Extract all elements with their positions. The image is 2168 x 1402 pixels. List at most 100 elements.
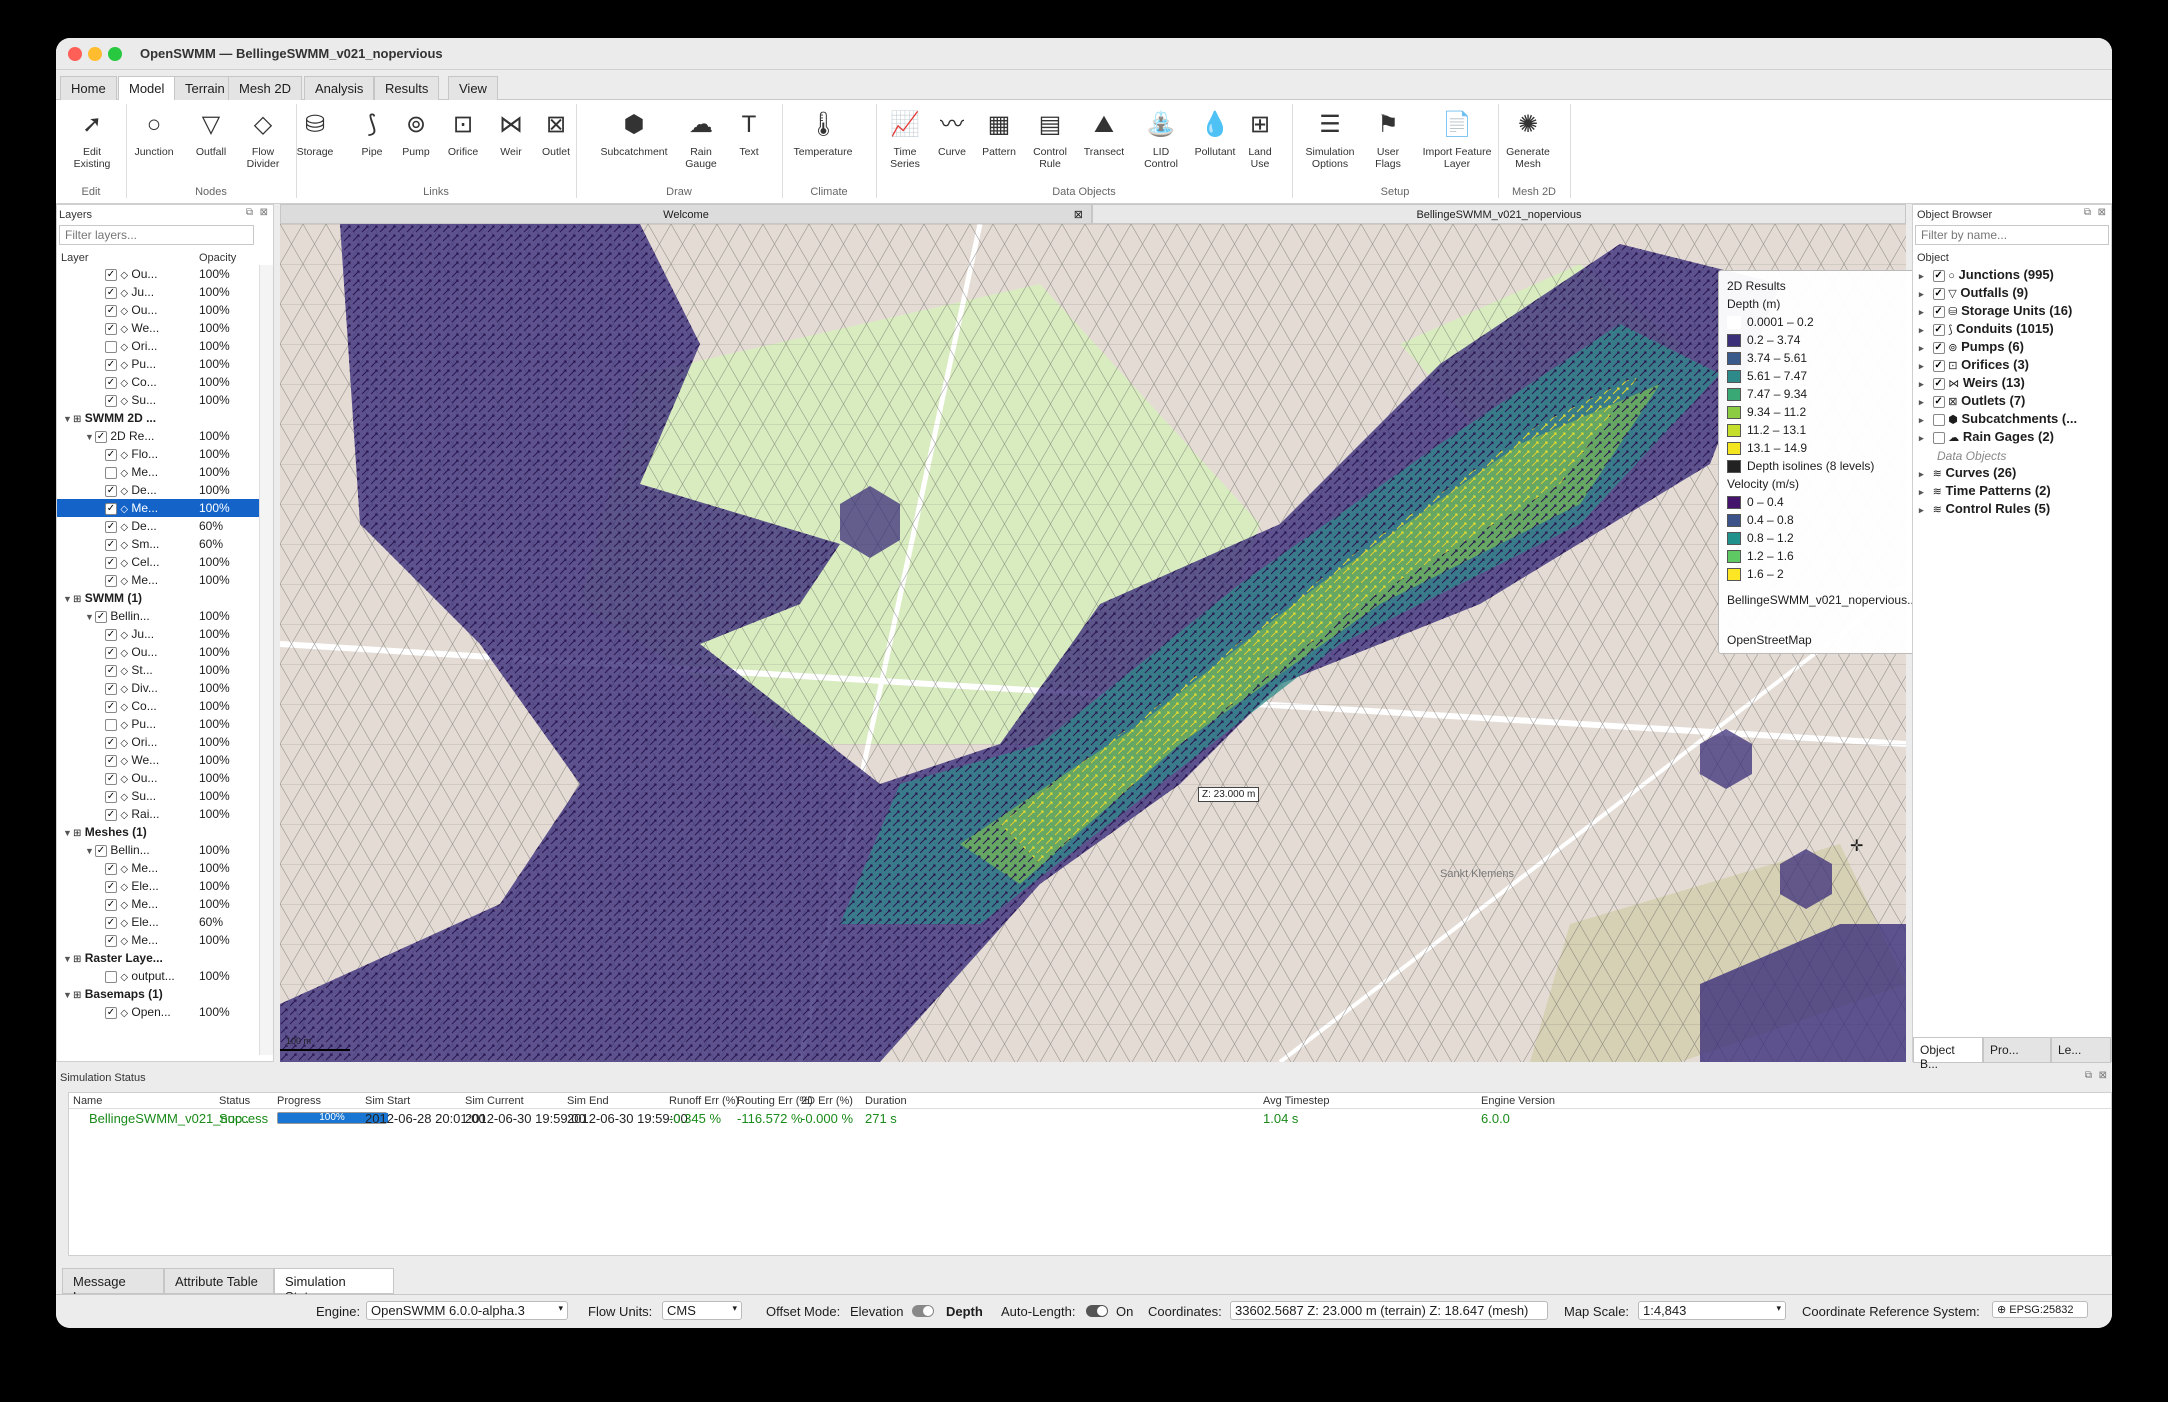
layer-opacity[interactable]: 100% xyxy=(199,969,230,983)
tool-control-rule-button[interactable]: ▤ Control Rule xyxy=(1026,100,1074,184)
object-visibility-checkbox[interactable]: ✓ xyxy=(1932,287,1945,300)
layer-opacity[interactable]: 100% xyxy=(199,933,230,947)
layer-visibility-checkbox[interactable]: ✓ xyxy=(105,700,117,713)
tool-rain-gauge-button[interactable]: ☁ Rain Gauge xyxy=(676,100,726,184)
layer-visibility-checkbox[interactable]: ✓ xyxy=(105,1006,117,1019)
layer-row[interactable]: ✓ ◇ De... 100% xyxy=(57,481,259,499)
object-visibility-checkbox[interactable] xyxy=(1932,431,1945,444)
layer-row[interactable]: ✓ ◇ Co... 100% xyxy=(57,697,259,715)
tab-mesh-2d[interactable]: Mesh 2D xyxy=(228,76,303,100)
layer-opacity[interactable]: 100% xyxy=(199,465,230,479)
tab-welcome[interactable]: Welcome ⊠ xyxy=(280,204,1092,224)
layers-scrollbar[interactable] xyxy=(259,265,273,1055)
layer-row[interactable]: ◇ Me... 100% xyxy=(57,463,259,481)
layer-opacity[interactable]: 100% xyxy=(199,429,230,443)
object-tree-item[interactable]: ▸ ≋ Curves (26) xyxy=(1913,463,2111,481)
layer-opacity[interactable]: 100% xyxy=(199,375,230,389)
layer-row[interactable]: ✓ ◇ De... 60% xyxy=(57,517,259,535)
layer-visibility-checkbox[interactable]: ✓ xyxy=(105,376,117,389)
close-tab-icon[interactable]: ⊠ xyxy=(1074,205,1083,225)
tool-pollutant-button[interactable]: 💧 Pollutant xyxy=(1190,100,1240,184)
expand-arrow-icon[interactable]: ▸ xyxy=(1919,469,1929,480)
expand-arrow-icon[interactable]: ▸ xyxy=(1919,433,1929,444)
auto-length-toggle[interactable] xyxy=(1086,1305,1108,1317)
layer-visibility-checkbox[interactable]: ✓ xyxy=(95,844,107,857)
object-tree-item[interactable]: ▸ ✓ ⊚ Pumps (6) xyxy=(1913,337,2111,355)
tool-outlet-button[interactable]: ⊠ Outlet xyxy=(534,100,578,184)
layer-visibility-checkbox[interactable]: ✓ xyxy=(105,556,117,569)
layer-visibility-checkbox[interactable]: ✓ xyxy=(105,448,117,461)
expand-arrow-icon[interactable]: ▼ xyxy=(63,594,73,604)
layer-visibility-checkbox[interactable]: ✓ xyxy=(105,628,117,641)
layer-visibility-checkbox[interactable]: ✓ xyxy=(105,268,117,281)
layer-opacity[interactable]: 100% xyxy=(199,267,230,281)
tool-time-series-button[interactable]: 📈 Time Series xyxy=(882,100,928,184)
layer-row[interactable]: ▼ ✓ 2D Re... 100% xyxy=(57,427,259,445)
layer-row[interactable]: ✓ ◇ Sm... 60% xyxy=(57,535,259,553)
close-icon[interactable]: ⊠ xyxy=(2099,1070,2107,1081)
layer-visibility-checkbox[interactable]: ✓ xyxy=(105,574,117,587)
layer-row[interactable]: ✓ ◇ Pu... 100% xyxy=(57,355,259,373)
tool-simulation-options-button[interactable]: ☰ Simulation Options xyxy=(1300,100,1360,184)
layer-row[interactable]: ✓ ◇ Ori... 100% xyxy=(57,733,259,751)
crs-button[interactable]: ⊕ EPSG:25832 xyxy=(1992,1301,2088,1318)
tool-storage-button[interactable]: ⛁ Storage xyxy=(290,100,340,184)
object-tree-item[interactable]: ▸ ⬢ Subcatchments (... xyxy=(1913,409,2111,427)
layer-opacity[interactable]: 100% xyxy=(199,501,230,515)
tab-project[interactable]: BellingeSWMM_v021_nopervious xyxy=(1092,204,1906,224)
layer-visibility-checkbox[interactable]: ✓ xyxy=(105,322,117,335)
coordinates-field[interactable]: 33602.5687 Z: 23.000 m (terrain) Z: 18.6… xyxy=(1230,1301,1548,1320)
layer-opacity[interactable]: 100% xyxy=(199,861,230,875)
layer-row[interactable]: ✓ ◇ Co... 100% xyxy=(57,373,259,391)
object-tree-item[interactable]: ▸ ✓ ⟆ Conduits (1015) xyxy=(1913,319,2111,337)
expand-arrow-icon[interactable]: ▸ xyxy=(1919,325,1929,336)
layer-opacity[interactable]: 100% xyxy=(199,483,230,497)
column-header[interactable]: Progress xyxy=(277,1095,321,1107)
layer-row[interactable]: ▼⊞ Raster Laye... xyxy=(57,949,259,967)
object-visibility-checkbox[interactable]: ✓ xyxy=(1932,341,1945,354)
bottom-tab-attribute-table[interactable]: Attribute Table xyxy=(164,1268,274,1294)
tool-weir-button[interactable]: ⋈ Weir xyxy=(490,100,532,184)
layer-row[interactable]: ✓ ◇ Flo... 100% xyxy=(57,445,259,463)
layer-visibility-checkbox[interactable]: ✓ xyxy=(105,754,117,767)
close-icon[interactable]: ⊠ xyxy=(2098,207,2106,218)
map-scale-select[interactable]: 1:4,843 ▾ xyxy=(1638,1301,1786,1320)
column-header[interactable]: Name xyxy=(73,1095,102,1107)
layer-row[interactable]: ▼⊞ SWMM 2D ... xyxy=(57,409,259,427)
table-row[interactable]: BellingeSWMM_v021_nop... Success 100% 2012-… xyxy=(69,1111,2111,1129)
expand-arrow-icon[interactable]: ▸ xyxy=(1919,361,1929,372)
layer-opacity[interactable]: 100% xyxy=(199,897,230,911)
layer-visibility-checkbox[interactable]: ✓ xyxy=(105,538,117,551)
layer-row[interactable]: ✓ ◇ Me... 100% xyxy=(57,571,259,589)
layer-opacity[interactable]: 100% xyxy=(199,681,230,695)
tool-orifice-button[interactable]: ⊡ Orifice xyxy=(440,100,486,184)
expand-arrow-icon[interactable]: ▼ xyxy=(63,828,73,838)
layer-row[interactable]: ✓ ◇ St... 100% xyxy=(57,661,259,679)
object-tree-item[interactable]: ▸ ✓ ⛁ Storage Units (16) xyxy=(1913,301,2111,319)
layer-opacity[interactable]: 60% xyxy=(199,537,223,551)
tool-subcatchment-button[interactable]: ⬢ Subcatchment xyxy=(596,100,672,184)
layer-row[interactable]: ✓ ◇ Ou... 100% xyxy=(57,643,259,661)
object-visibility-checkbox[interactable] xyxy=(1932,413,1945,426)
tab-model[interactable]: Model xyxy=(118,76,176,101)
layer-opacity[interactable]: 100% xyxy=(199,609,230,623)
layer-row[interactable]: ✓ ◇ Div... 100% xyxy=(57,679,259,697)
object-tree-item[interactable]: ▸ ✓ ⊡ Orifices (3) xyxy=(1913,355,2111,373)
layer-opacity[interactable]: 100% xyxy=(199,699,230,713)
tool-edit-existing-button[interactable]: ➚ Edit Existing xyxy=(64,100,120,184)
expand-arrow-icon[interactable]: ▼ xyxy=(63,414,73,424)
layer-visibility-checkbox[interactable]: ✓ xyxy=(105,916,117,929)
tool-generate-mesh-button[interactable]: ✺ Generate Mesh xyxy=(1500,100,1556,184)
layer-opacity[interactable]: 100% xyxy=(199,339,230,353)
expand-arrow-icon[interactable]: ▸ xyxy=(1919,289,1929,300)
column-header[interactable]: 2D Err (%) xyxy=(801,1095,853,1107)
tab-terrain[interactable]: Terrain xyxy=(174,76,236,100)
expand-arrow-icon[interactable]: ▸ xyxy=(1919,415,1929,426)
layer-visibility-checkbox[interactable]: ✓ xyxy=(105,646,117,659)
object-tree-item[interactable]: ▸ ≋ Control Rules (5) xyxy=(1913,499,2111,517)
layer-row[interactable]: ✓ ◇ Me... 100% xyxy=(57,931,259,949)
layer-row[interactable]: ✓ ◇ We... 100% xyxy=(57,319,259,337)
layer-visibility-checkbox[interactable]: ✓ xyxy=(105,880,117,893)
layer-visibility-checkbox[interactable]: ✓ xyxy=(105,808,117,821)
layer-row[interactable]: ◇ Ori... 100% xyxy=(57,337,259,355)
